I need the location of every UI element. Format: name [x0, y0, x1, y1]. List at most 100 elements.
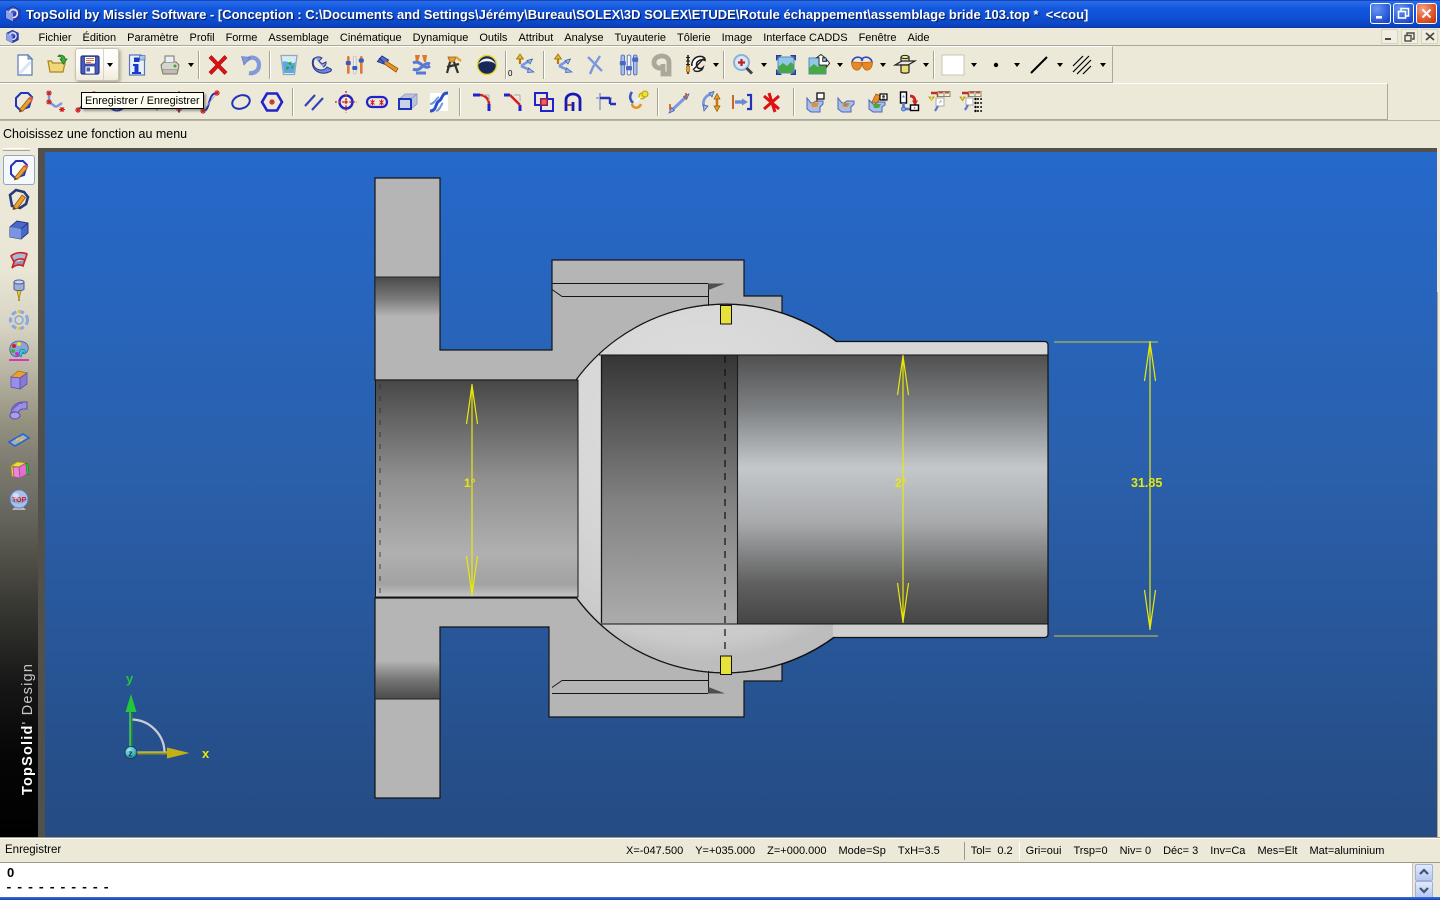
rotate-curve-icon[interactable]: [695, 86, 726, 117]
sb-surface-icon[interactable]: [3, 245, 35, 275]
menu-fichier[interactable]: Fichier: [33, 31, 77, 45]
point-style-dropdown-arrow[interactable]: [1012, 49, 1022, 80]
parallel-lines-icon[interactable]: [299, 86, 330, 117]
save-floppy-icon[interactable]: [76, 49, 103, 80]
hand-pen-dropdown-arrow[interactable]: [711, 49, 721, 80]
new-document-icon[interactable]: [8, 49, 41, 80]
sliders-rgb-icon[interactable]: [338, 49, 371, 80]
trim-lines-icon[interactable]: [590, 86, 621, 117]
move-horizontal-icon[interactable]: [726, 86, 757, 117]
document-info-icon[interactable]: [120, 49, 153, 80]
hatch-style-dropdown-arrow[interactable]: [1098, 49, 1108, 80]
sb-globe-icon[interactable]: TOP: [3, 485, 35, 515]
menu-dynamique[interactable]: Dynamique: [407, 31, 474, 45]
delete-red-x-icon[interactable]: [201, 49, 234, 80]
assembly-detail-icon[interactable]: [924, 86, 955, 117]
assembly-swap-icon[interactable]: [893, 86, 924, 117]
sb-drill-icon[interactable]: [3, 275, 35, 305]
sb-pipe-icon[interactable]: [3, 395, 35, 425]
scroll-down-button[interactable]: [1415, 881, 1433, 898]
assembly-bed-icon[interactable]: [831, 86, 862, 117]
menu-outils[interactable]: Outils: [474, 31, 513, 45]
assembly-open-icon[interactable]: [862, 86, 893, 117]
tool-orange-icon[interactable]: [437, 49, 470, 80]
menu-profil[interactable]: Profil: [184, 31, 220, 45]
fork-arrows2-icon[interactable]: [546, 49, 579, 80]
restore-button[interactable]: [1393, 3, 1414, 24]
menu-parametre[interactable]: Paramètre: [122, 31, 184, 45]
image-pan-icon[interactable]: [802, 49, 835, 80]
sweep-surface-icon[interactable]: [423, 86, 454, 117]
restore-document-button[interactable]: [1401, 29, 1418, 44]
line-style-dropdown-arrow[interactable]: [1055, 49, 1065, 80]
menu-edition[interactable]: Édition: [77, 31, 122, 45]
zoom-plus-icon[interactable]: [726, 49, 759, 80]
delete-constraint-icon[interactable]: [757, 86, 788, 117]
cross-curves-icon[interactable]: [579, 49, 612, 80]
assembly-list-icon[interactable]: [955, 86, 986, 117]
u-curve-icon[interactable]: [621, 86, 652, 117]
save-dropdown-arrow[interactable]: [103, 49, 116, 80]
hatch-style-icon[interactable]: [1065, 49, 1098, 80]
profile-pencil-icon[interactable]: [8, 86, 39, 117]
command-area[interactable]: 0 ----------: [0, 862, 1440, 897]
sliders-blue-icon[interactable]: [612, 49, 645, 80]
glasses-dropdown-arrow[interactable]: [878, 49, 888, 80]
toolbar-grip[interactable]: [3, 148, 30, 151]
fit-view-icon[interactable]: [769, 49, 802, 80]
point-style-icon[interactable]: [979, 49, 1012, 80]
menu-analyse[interactable]: Analyse: [559, 31, 609, 45]
zoom-plus-dropdown-arrow[interactable]: [759, 49, 769, 80]
sphere-ring-icon[interactable]: [470, 49, 503, 80]
printer-icon[interactable]: [153, 49, 186, 80]
box-3d-icon[interactable]: [392, 86, 423, 117]
menu-aide[interactable]: Aide: [902, 31, 935, 45]
fork-arrows-icon[interactable]: 0: [508, 49, 541, 80]
arch-dimension-icon[interactable]: [559, 86, 590, 117]
menu-assemblage[interactable]: Assemblage: [263, 31, 335, 45]
menu-fenetre[interactable]: Fenêtre: [853, 31, 902, 45]
menu-forme[interactable]: Forme: [220, 31, 263, 45]
sb-fold-yellow-icon[interactable]: [3, 455, 35, 485]
sb-ring-icon[interactable]: [3, 305, 35, 335]
command-value[interactable]: 0: [7, 865, 14, 880]
menu-tuyauterie[interactable]: Tuyauterie: [609, 31, 672, 45]
slot-tool-icon[interactable]: [361, 86, 392, 117]
measure-nine-icon[interactable]: [645, 49, 678, 80]
hexagon-tool-icon[interactable]: [256, 86, 287, 117]
sb-curve-pencil-icon[interactable]: [3, 185, 35, 215]
minimize-button[interactable]: [1370, 3, 1391, 24]
glasses-icon[interactable]: [845, 49, 878, 80]
fillet-corner-icon[interactable]: [466, 86, 497, 117]
cylinder[interactable]: [737, 355, 1048, 624]
hand-pen-icon[interactable]: [678, 49, 711, 80]
color-swatch-dropdown-arrow[interactable]: [969, 49, 979, 80]
sb-block-icon[interactable]: [3, 215, 35, 245]
hammer-icon[interactable]: [371, 49, 404, 80]
overlap-squares-icon[interactable]: [528, 86, 559, 117]
ellipse-tool-icon[interactable]: [225, 86, 256, 117]
menu-tolerie[interactable]: Tôlerie: [672, 31, 717, 45]
point-reference-icon[interactable]: [330, 86, 361, 117]
bolt-section-icon[interactable]: [888, 49, 921, 80]
close-document-button[interactable]: [1421, 29, 1438, 44]
image-pan-dropdown-arrow[interactable]: [835, 49, 845, 80]
sketch-axes-icon[interactable]: [39, 86, 70, 117]
clamp-cross-icon[interactable]: [404, 49, 437, 80]
chamfer-corner-icon[interactable]: [497, 86, 528, 117]
color-swatch-icon[interactable]: [936, 49, 969, 80]
sb-palette-icon[interactable]: [3, 335, 35, 365]
menu-attribut[interactable]: Attribut: [513, 31, 559, 45]
line-style-icon[interactable]: [1022, 49, 1055, 80]
stretch-arrow-icon[interactable]: [664, 86, 695, 117]
scroll-up-button[interactable]: [1415, 864, 1433, 881]
printer-dropdown-arrow[interactable]: [186, 49, 196, 80]
sb-profile-pencil-icon[interactable]: [3, 155, 35, 185]
bolt-section-dropdown-arrow[interactable]: [921, 49, 931, 80]
drawing-canvas[interactable]: 1° 2° 31.85: [38, 148, 1437, 838]
undo-arrow-icon[interactable]: [234, 49, 267, 80]
save-button-group[interactable]: [75, 48, 119, 81]
open-folder-icon[interactable]: [41, 49, 74, 80]
close-button[interactable]: [1416, 3, 1437, 24]
sb-plane-icon[interactable]: [3, 425, 35, 455]
